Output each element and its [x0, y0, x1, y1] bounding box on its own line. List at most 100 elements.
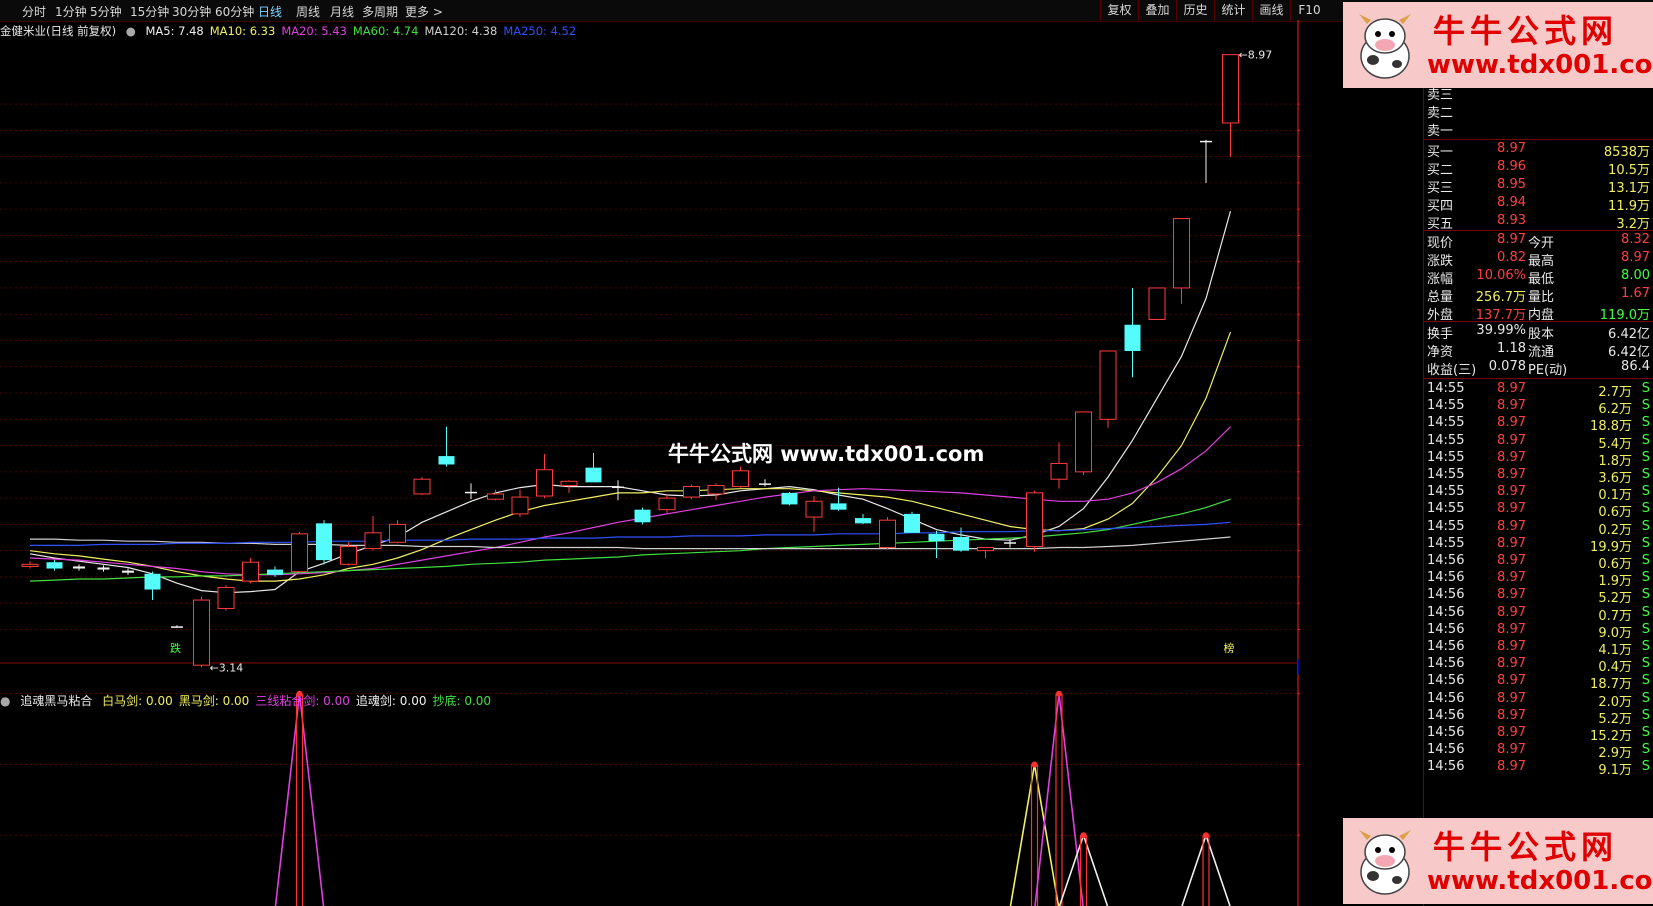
tool-button-5[interactable]: F10 — [1290, 0, 1328, 21]
candle — [634, 507, 651, 525]
tick-row: 14:56 8.97 5.2万 S — [1424, 587, 1653, 607]
stat-value: 6.42亿 — [1608, 327, 1650, 342]
buy-row: 买二 8.96 10.5万 — [1424, 159, 1653, 178]
period-tab-5[interactable]: 60分钟 — [215, 3, 254, 20]
tool-button-3[interactable]: 统计 — [1214, 0, 1252, 21]
candle — [1148, 287, 1166, 320]
tick-row: 14:55 8.97 0.1万 S — [1424, 484, 1653, 503]
tick-price: 8.97 — [1497, 690, 1526, 706]
tool-button-2[interactable]: 历史 — [1176, 0, 1214, 21]
stat-label: 换手 — [1427, 327, 1454, 342]
candle — [291, 531, 308, 573]
indicator-legend-item-0: 白马剑: 0.00 — [102, 694, 173, 708]
candle-body — [904, 513, 920, 533]
candle-body — [242, 561, 259, 582]
candle-body — [316, 523, 332, 561]
candle — [977, 547, 994, 559]
candle — [1026, 490, 1043, 552]
candle-body — [291, 533, 308, 573]
period-tab-3[interactable]: 15分钟 — [130, 3, 169, 20]
buy-label: 买三 — [1427, 181, 1454, 196]
watermark-top: 牛牛公式网 www.tdx001.com — [1343, 2, 1653, 88]
sell-row: 卖一 — [1424, 120, 1653, 139]
candle-body — [805, 500, 823, 518]
tick-price: 8.97 — [1497, 432, 1526, 448]
period-tab-4[interactable]: 30分钟 — [172, 3, 211, 20]
candle — [193, 596, 210, 668]
stat-row: 外盘 137.7万 内盘 119.0万 — [1424, 304, 1653, 323]
period-tab-0[interactable]: 分时 — [22, 3, 46, 20]
tick-volume: 18.8万 — [1590, 419, 1632, 435]
low-price-marker: ←3.14 — [210, 661, 244, 674]
tick-row: 14:55 8.97 5.4万 S — [1424, 432, 1653, 452]
tick-volume: 2.9万 — [1598, 746, 1632, 762]
stat-value: 0.82 — [1497, 250, 1526, 265]
tick-row: 14:56 8.97 5.2万 S — [1424, 708, 1653, 727]
tick-side: S — [1641, 570, 1650, 586]
tick-time: 14:56 — [1427, 587, 1465, 603]
tick-volume: 19.9万 — [1590, 539, 1632, 555]
tick-price: 8.97 — [1497, 673, 1526, 689]
candle-body — [732, 470, 749, 488]
tick-volume: 1.8万 — [1598, 453, 1632, 469]
kline-chart[interactable]: 8.508.258.007.757.507.257.006.756.506.25… — [0, 20, 1300, 906]
period-tab-1[interactable]: 1分钟 — [55, 3, 87, 20]
buy-price: 8.93 — [1497, 213, 1526, 228]
period-tab-7[interactable]: 周线 — [296, 3, 320, 20]
tick-side: S — [1641, 501, 1650, 517]
period-tab-2[interactable]: 5分钟 — [90, 3, 122, 20]
candle-body — [144, 573, 161, 590]
stat2-row: 净资 1.18 流通 6.42亿 — [1424, 341, 1653, 360]
candle-body — [658, 497, 676, 511]
indicator-circle-icon[interactable]: ● — [0, 694, 10, 708]
candle — [46, 560, 63, 571]
tick-row: 14:55 8.97 0.6万 S — [1424, 501, 1653, 520]
period-tab-8[interactable]: 月线 — [330, 3, 354, 20]
period-tab-10[interactable]: 更多 > — [405, 3, 443, 20]
tool-button-4[interactable]: 画线 — [1252, 0, 1290, 21]
watermark-url: www.tdx001.com — [1427, 866, 1653, 896]
panel-separator — [1424, 139, 1653, 140]
candle — [658, 494, 676, 513]
tick-row: 14:56 8.97 15.2万 S — [1424, 725, 1653, 744]
tick-volume: 3.6万 — [1598, 471, 1632, 486]
buy-price: 8.96 — [1497, 159, 1526, 174]
candle — [536, 453, 553, 499]
tick-price: 8.97 — [1497, 570, 1526, 586]
right-tag-label: 榜 — [1224, 641, 1235, 655]
candle — [928, 530, 945, 559]
ma-line-MA20 — [29, 426, 1231, 576]
stat-value: 1.18 — [1497, 341, 1526, 356]
period-tab-6[interactable]: 日线 — [258, 3, 282, 20]
stat-value: 6.42亿 — [1608, 345, 1650, 360]
buy-row: 买三 8.95 13.1万 — [1424, 177, 1653, 196]
buy-label: 买四 — [1427, 199, 1454, 214]
candle-body — [97, 567, 110, 570]
stat-value: 8.32 — [1621, 232, 1650, 247]
candle — [1200, 139, 1212, 183]
stat-label: 今开 — [1528, 236, 1555, 251]
candle — [1075, 411, 1092, 475]
panel-separator — [1424, 230, 1653, 231]
tick-price: 8.97 — [1497, 759, 1526, 775]
candle-body — [1124, 324, 1141, 351]
stat-label: 涨幅 — [1427, 272, 1454, 287]
period-tab-9[interactable]: 多周期 — [362, 3, 398, 20]
buy-price: 8.95 — [1497, 177, 1526, 192]
tick-price: 8.97 — [1497, 587, 1526, 603]
tick-side: S — [1641, 484, 1650, 500]
candle — [683, 484, 700, 500]
tick-row: 14:56 8.97 0.4万 S — [1424, 656, 1653, 675]
stat-value: 8.97 — [1621, 250, 1650, 265]
stat2-row: 换手 39.99% 股本 6.42亿 — [1424, 323, 1653, 342]
tick-volume: 2.0万 — [1598, 694, 1632, 710]
tick-price: 8.97 — [1497, 604, 1526, 620]
candle — [585, 452, 602, 483]
tick-volume: 5.2万 — [1598, 591, 1632, 607]
candle-body — [707, 485, 725, 495]
tool-button-0[interactable]: 复权 — [1100, 0, 1138, 21]
tool-button-1[interactable]: 叠加 — [1138, 0, 1176, 21]
candle — [612, 480, 624, 501]
stat-value: 8.00 — [1621, 268, 1650, 283]
buy-price: 8.97 — [1497, 141, 1526, 156]
